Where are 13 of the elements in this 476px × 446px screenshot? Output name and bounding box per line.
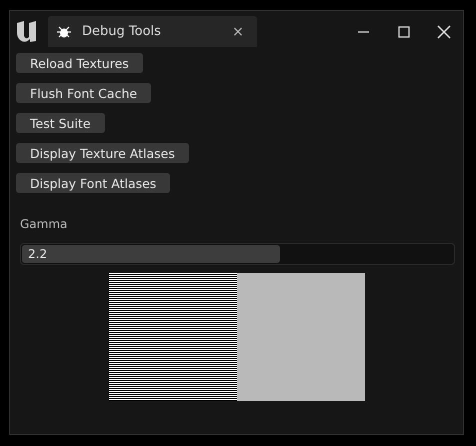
action-button[interactable]: Reload Textures [16, 53, 143, 73]
close-icon[interactable] [435, 22, 453, 40]
action-button[interactable]: Display Texture Atlases [16, 143, 189, 163]
action-button[interactable]: Test Suite [16, 113, 105, 133]
tab-close-button[interactable]: × [229, 24, 247, 40]
gamma-slider[interactable]: 2.2 [20, 243, 455, 265]
window-tab[interactable]: Debug Tools × [48, 16, 257, 47]
action-button[interactable]: Display Font Atlases [16, 173, 170, 193]
bug-icon [56, 24, 72, 40]
slider-value: 2.2 [27, 247, 48, 261]
gamma-label: Gamma [20, 217, 68, 231]
tab-title: Debug Tools [82, 24, 162, 39]
action-button[interactable]: Flush Font Cache [16, 83, 152, 103]
